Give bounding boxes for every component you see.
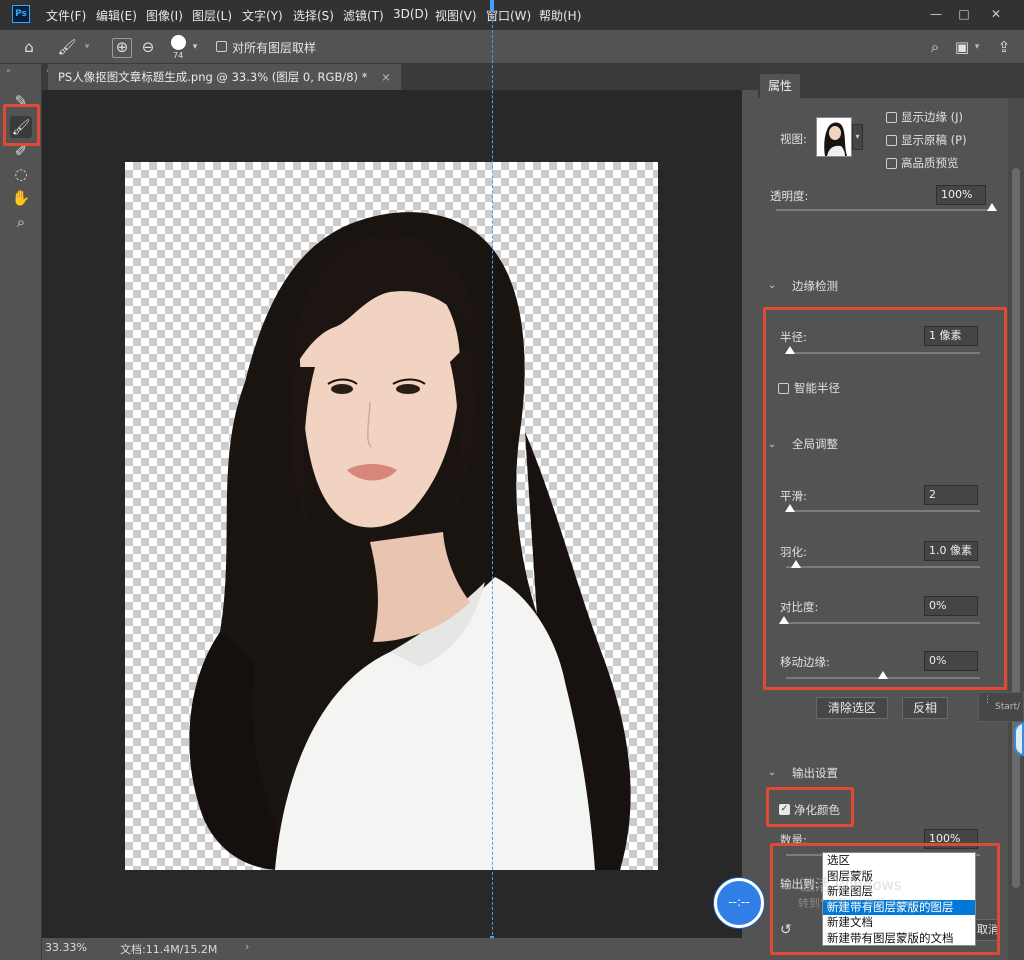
menu-filter[interactable]: 滤镜(T): [343, 7, 384, 24]
share-icon[interactable]: ⇪: [995, 38, 1013, 56]
tab-properties[interactable]: 属性: [760, 74, 800, 98]
menu-3d[interactable]: 3D(D): [393, 7, 428, 21]
hq-preview-checkbox[interactable]: [886, 156, 897, 170]
workspace-dropdown-icon[interactable]: ▾: [972, 38, 982, 56]
dropdown-option-selection[interactable]: 选区: [823, 853, 975, 869]
floating-widget-grip-icon: ⋮: [983, 695, 993, 705]
tools-panel: » ✎ 🖌 ✐ ◌ ✋ ⌕: [0, 64, 42, 960]
opacity-label: 透明度:: [770, 189, 809, 203]
close-document-icon[interactable]: ×: [381, 70, 391, 84]
menu-select[interactable]: 选择(S): [293, 7, 334, 24]
edge-detection-title: 边缘检测: [792, 279, 838, 293]
menu-file[interactable]: 文件(F): [46, 7, 86, 24]
side-float-button[interactable]: [1014, 722, 1024, 756]
view-thumbnail[interactable]: [816, 117, 852, 157]
view-thumbnail-image: [824, 122, 847, 156]
canvas-area[interactable]: [42, 90, 742, 938]
close-window-button[interactable]: ✕: [982, 4, 1010, 24]
maximize-button[interactable]: □: [950, 4, 978, 24]
invert-button[interactable]: 反相: [902, 697, 948, 719]
dropdown-option-new-document-with-mask[interactable]: 新建带有图层蒙版的文档: [823, 931, 975, 947]
options-bar: ⌂ 🖌 ▾ ⊕ ⊖ 74 ▾ 对所有图层取样 ⌕ ▣ ▾ ⇪: [0, 30, 1024, 64]
windows-activation-watermark: 激活 Windows: [800, 876, 902, 894]
dropdown-option-new-document[interactable]: 新建文档: [823, 915, 975, 931]
portrait-cutout: [189, 212, 631, 870]
document-size-info: 文档:11.4M/15.2M: [120, 943, 218, 956]
floating-widget-text: Start/: [995, 702, 1021, 712]
status-menu-arrow-icon[interactable]: ›: [245, 940, 249, 953]
panel-scrollbar[interactable]: [1008, 98, 1024, 960]
menu-layer[interactable]: 图层(L): [192, 7, 232, 24]
status-bar: 33.33% 文档:11.4M/15.2M ›: [42, 938, 758, 960]
preset-dropdown-icon[interactable]: ▾: [82, 38, 92, 56]
panel-tab-bar: 属性: [758, 64, 1024, 98]
floating-widget[interactable]: ⋮ Start/: [978, 692, 1024, 722]
windows-activation-watermark-sub: 转到"设置"以激活 Windows。: [798, 897, 949, 910]
output-settings-chevron-icon[interactable]: ⌄: [768, 767, 776, 778]
document-tab-title: PS人像抠图文章标题生成.png @ 33.3% (图层 0, RGB/8) *: [58, 70, 368, 84]
floating-circle-button[interactable]: --:--: [714, 878, 764, 928]
workspace-icon[interactable]: ▣: [953, 38, 971, 56]
sample-all-layers-checkbox[interactable]: [216, 39, 227, 53]
brush-size-dropdown-icon[interactable]: ▾: [190, 38, 200, 56]
brush-size-value: 74: [173, 51, 184, 60]
hand-tool-icon[interactable]: ✋: [10, 187, 32, 209]
edge-adjust-highlight-box: [763, 307, 1007, 690]
decontaminate-highlight-box: [766, 787, 854, 827]
guide-marker-top: [490, 0, 494, 10]
document-tab[interactable]: PS人像抠图文章标题生成.png @ 33.3% (图层 0, RGB/8) *…: [48, 64, 401, 90]
view-dropdown-icon[interactable]: ▾: [852, 124, 863, 150]
brush-tip-icon[interactable]: [171, 35, 186, 50]
show-edge-checkbox[interactable]: [886, 110, 897, 124]
show-original-label: 显示原稿 (P): [901, 133, 967, 147]
photoshop-logo: Ps: [12, 5, 30, 23]
opacity-slider-knob[interactable]: [987, 203, 997, 211]
vertical-guide-line[interactable]: [492, 0, 493, 960]
minimize-button[interactable]: —: [922, 4, 950, 24]
view-label: 视图:: [780, 132, 807, 146]
zoom-tool-icon[interactable]: ⌕: [10, 211, 32, 233]
edge-detection-chevron-icon[interactable]: ⌄: [768, 280, 776, 291]
panel-scrollbar-thumb[interactable]: [1012, 168, 1020, 888]
menu-image[interactable]: 图像(I): [146, 7, 183, 24]
opacity-field[interactable]: 100%: [936, 185, 986, 205]
show-original-checkbox[interactable]: [886, 133, 897, 147]
collapse-tools-icon[interactable]: »: [6, 66, 11, 75]
lasso-tool-icon[interactable]: ◌: [10, 163, 32, 185]
menu-help[interactable]: 帮助(H): [539, 7, 581, 24]
show-edge-label: 显示边缘 (J): [901, 110, 964, 124]
canvas-scrollbar[interactable]: [742, 90, 758, 938]
subtract-from-selection-icon[interactable]: ⊖: [138, 38, 158, 56]
search-icon[interactable]: ⌕: [926, 38, 944, 56]
menu-bar: Ps 文件(F) 编辑(E) 图像(I) 图层(L) 文字(Y) 选择(S) 滤…: [0, 0, 1024, 30]
add-to-selection-icon[interactable]: ⊕: [112, 38, 132, 58]
hq-preview-label: 高品质预览: [901, 156, 959, 170]
refine-brush-preset-icon[interactable]: 🖌: [55, 38, 79, 56]
document-tab-bar: » PS人像抠图文章标题生成.png @ 33.3% (图层 0, RGB/8)…: [42, 64, 758, 90]
menu-view[interactable]: 视图(V): [435, 7, 477, 24]
opacity-slider-track[interactable]: [776, 209, 992, 211]
clear-selection-button[interactable]: 清除选区: [816, 697, 888, 719]
zoom-level[interactable]: 33.33%: [45, 941, 87, 954]
sample-all-layers-label: 对所有图层取样: [232, 41, 317, 55]
home-icon[interactable]: ⌂: [18, 38, 40, 56]
document-image: [125, 162, 658, 870]
tool-highlight-box: [3, 104, 40, 146]
menu-type[interactable]: 文字(Y): [242, 7, 283, 24]
menu-edit[interactable]: 编辑(E): [96, 7, 137, 24]
output-settings-title: 输出设置: [792, 766, 838, 780]
